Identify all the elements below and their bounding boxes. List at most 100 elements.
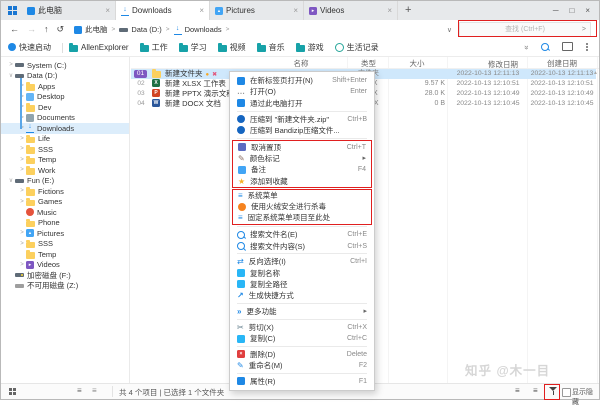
- sidebar-item-system-c-[interactable]: >System (C:): [1, 60, 129, 71]
- tab-videos[interactable]: ▸Videos×: [304, 1, 398, 20]
- context-menu-item[interactable]: 搜索文件内容(S)Ctrl+S: [230, 240, 374, 251]
- tab-close-icon[interactable]: ×: [293, 6, 298, 15]
- sidebar-item-temp[interactable]: >Temp: [1, 155, 129, 166]
- favorite-folder-5[interactable]: 音乐: [257, 42, 285, 53]
- breadcrumb-item[interactable]: Data (D:): [119, 25, 161, 34]
- tab-close-icon[interactable]: ×: [105, 6, 110, 15]
- context-menu-item[interactable]: ✂剪切(X)Ctrl+X: [230, 322, 374, 333]
- favorite-folder-4[interactable]: 视频: [218, 42, 246, 53]
- breadcrumb-item[interactable]: ↓Downloads: [174, 25, 222, 35]
- up-button[interactable]: ↑: [44, 24, 49, 35]
- context-menu-item[interactable]: 复制全路径: [230, 279, 374, 290]
- scrollbar-up-icon[interactable]: ▲: [593, 70, 598, 76]
- context-menu-item[interactable]: 压缩到 Bandizip压缩文件...: [230, 125, 374, 136]
- sidebar-item-fun-e-[interactable]: ∨Fun (E:): [1, 176, 129, 187]
- context-menu-item[interactable]: ✎颜色标记▸: [233, 153, 371, 164]
- tab-此电脑[interactable]: 此电脑×: [22, 1, 116, 20]
- show-hidden-checkbox[interactable]: [562, 388, 571, 397]
- context-menu-item[interactable]: »更多功能▸: [230, 306, 374, 317]
- tab-close-icon[interactable]: ×: [387, 6, 392, 15]
- address-dropdown-icon[interactable]: ∨: [447, 26, 452, 34]
- maximize-button[interactable]: □: [569, 6, 574, 15]
- context-menu-item[interactable]: ≡系统菜单: [233, 190, 371, 201]
- chevron-down-icon[interactable]: ∨: [7, 177, 15, 184]
- sidebar-item-sss[interactable]: >SSS: [1, 239, 129, 250]
- chevron-right-icon[interactable]: >: [18, 167, 26, 173]
- context-menu-item[interactable]: ×删除(D)Delete: [230, 349, 374, 360]
- chevron-down-icon[interactable]: ∨: [7, 72, 15, 79]
- context-menu-item[interactable]: 复制(C)Ctrl+C: [230, 333, 374, 344]
- favorite-folder-2[interactable]: 工作: [140, 42, 168, 53]
- collapse-icon[interactable]: «: [524, 43, 528, 52]
- context-menu-item[interactable]: 取消置顶Ctrl+T: [233, 141, 371, 152]
- cut-icon: ✂: [237, 323, 244, 332]
- breadcrumb-item[interactable]: 此电脑: [74, 24, 108, 35]
- sidebar-item-videos[interactable]: >▸Videos: [1, 260, 129, 271]
- column-header-created[interactable]: 创建日期: [528, 58, 596, 69]
- sidebar-item-games[interactable]: >Games: [1, 197, 129, 208]
- chevron-right-icon[interactable]: >: [18, 262, 26, 268]
- tab-downloads[interactable]: ↓Downloads×: [116, 1, 210, 20]
- context-menu-item[interactable]: 通过此电脑打开: [230, 98, 374, 109]
- search-go-icon[interactable]: >: [582, 23, 586, 36]
- chevron-right-icon[interactable]: >: [18, 241, 26, 247]
- chevron-right-icon[interactable]: >: [18, 199, 26, 205]
- favorite-folder-6[interactable]: 游戏: [296, 42, 324, 53]
- context-menu-item[interactable]: 备注F4: [233, 164, 371, 175]
- context-menu-item[interactable]: ⇄反向选择(I)Ctrl+I: [230, 256, 374, 267]
- chevron-right-icon[interactable]: >: [18, 230, 26, 236]
- close-button[interactable]: ×: [585, 6, 590, 15]
- context-menu-item[interactable]: 属性(R)F1: [230, 376, 374, 387]
- sidebar-item--z-[interactable]: 不可用磁盘 (Z:): [1, 281, 129, 292]
- preview-pane-icon[interactable]: [562, 42, 573, 53]
- favorite-folder-7[interactable]: 生活记录: [335, 42, 379, 53]
- detail-view-icon[interactable]: ≡: [515, 386, 520, 395]
- context-menu-item[interactable]: ↗生成快捷方式: [230, 290, 374, 301]
- column-header-size[interactable]: 大小: [389, 58, 445, 69]
- sidebar-item-life[interactable]: >Life: [1, 134, 129, 145]
- column-header-name[interactable]: 名称: [266, 58, 336, 69]
- sidebar-item-sss[interactable]: >SSS: [1, 144, 129, 155]
- app-logo-icon[interactable]: [8, 6, 12, 10]
- apps-grid-icon[interactable]: [9, 388, 17, 398]
- context-menu-item[interactable]: 搜索文件名(E)Ctrl+E: [230, 229, 374, 240]
- favorite-folder-3[interactable]: 学习: [179, 42, 207, 53]
- chevron-right-icon[interactable]: >: [18, 157, 26, 163]
- context-menu-item[interactable]: ★添加到收藏: [233, 175, 371, 186]
- tree-view-icon[interactable]: ≡: [77, 386, 82, 395]
- sidebar-item-phone[interactable]: Phone: [1, 218, 129, 229]
- context-menu-item[interactable]: 复制名称: [230, 267, 374, 278]
- chevron-right-icon[interactable]: >: [18, 146, 26, 152]
- favorite-folder-1[interactable]: AllenExplorer: [69, 43, 129, 52]
- list-view-icon[interactable]: ≡: [92, 386, 97, 395]
- filter-funnel-icon[interactable]: [549, 386, 559, 398]
- context-menu-item[interactable]: ✎重命名(M)F2: [230, 360, 374, 371]
- back-button[interactable]: ←: [10, 24, 19, 35]
- context-menu-item[interactable]: ≡固定系统菜单项目至此处: [233, 212, 371, 223]
- tab-pictures[interactable]: ▲Pictures×: [210, 1, 304, 20]
- refresh-button[interactable]: ↺: [57, 24, 65, 35]
- new-tab-button[interactable]: +: [405, 5, 411, 16]
- sort-icon[interactable]: ≡: [533, 386, 538, 395]
- chevron-right-icon[interactable]: >: [7, 62, 15, 68]
- minimize-button[interactable]: ─: [553, 6, 559, 15]
- sidebar-item-temp[interactable]: Temp: [1, 249, 129, 260]
- tab-close-icon[interactable]: ×: [199, 6, 204, 15]
- column-header-type[interactable]: 类型: [348, 58, 389, 69]
- context-menu-item[interactable]: 压缩到 "新建文件夹.zip"Ctrl+B: [230, 113, 374, 124]
- sidebar-item-pictures[interactable]: >▲Pictures: [1, 228, 129, 239]
- chevron-right-icon[interactable]: >: [18, 188, 26, 194]
- context-menu-item[interactable]: 在新标签页打开(N)Shift+Enter: [230, 75, 374, 86]
- search-icon[interactable]: [541, 43, 549, 53]
- sidebar-item-work[interactable]: >Work: [1, 165, 129, 176]
- context-menu-item[interactable]: 使用火绒安全进行杀毒: [233, 201, 371, 212]
- sidebar-item--f-[interactable]: 加密磁盘 (F:): [1, 270, 129, 281]
- forward-button[interactable]: →: [27, 24, 36, 35]
- more-vert-icon[interactable]: [586, 43, 588, 53]
- sidebar-item-music[interactable]: Music: [1, 207, 129, 218]
- search-input[interactable]: 查找 (Ctrl+F) >: [459, 22, 591, 37]
- chevron-right-icon[interactable]: >: [18, 136, 26, 142]
- context-menu-item[interactable]: …打开(O)Enter: [230, 86, 374, 97]
- quick-launch-button[interactable]: 快速启动: [8, 42, 51, 53]
- sidebar-item-fictions[interactable]: >Fictions: [1, 186, 129, 197]
